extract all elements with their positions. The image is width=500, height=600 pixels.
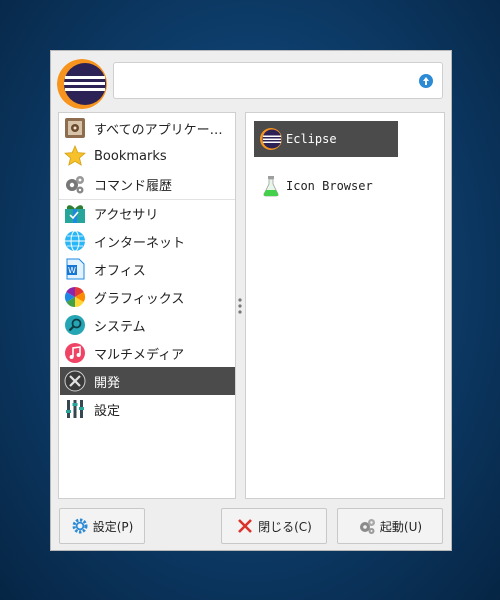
category-multimedia[interactable]: マルチメディア: [60, 339, 235, 367]
category-label: すべてのアプリケー…: [94, 122, 223, 138]
category-label: システム: [94, 319, 146, 335]
category-all-applications[interactable]: すべてのアプリケー…: [60, 114, 235, 142]
application-list[interactable]: Eclipse Icon Browser: [245, 112, 445, 499]
globe-icon: [64, 230, 86, 252]
search-box[interactable]: [113, 62, 443, 99]
sliders-icon: [64, 398, 86, 420]
category-label: Bookmarks: [94, 148, 167, 164]
accessories-icon: [64, 202, 86, 224]
gears-icon: [64, 173, 86, 195]
color-wheel-icon: [64, 286, 86, 308]
category-label: 設定: [94, 403, 121, 419]
music-icon: [64, 342, 86, 364]
category-command-history[interactable]: コマンド履歴: [60, 170, 235, 198]
app-item-eclipse[interactable]: Eclipse: [254, 121, 398, 157]
close-button[interactable]: 閉じる(C): [221, 508, 327, 544]
tools-icon: [64, 370, 86, 392]
gear-icon: [71, 517, 89, 535]
app-item-icon-browser[interactable]: Icon Browser: [254, 172, 434, 200]
category-settings[interactable]: 設定: [60, 395, 235, 423]
gears-icon: [358, 517, 376, 535]
arrow-up-circle-icon[interactable]: [419, 74, 433, 88]
close-icon: [236, 517, 254, 535]
category-label: インターネット: [94, 235, 186, 251]
app-label: Eclipse: [286, 132, 337, 146]
category-label: コマンド履歴: [94, 178, 173, 194]
app-label: Icon Browser: [286, 179, 373, 193]
category-system[interactable]: システム: [60, 311, 235, 339]
search-input[interactable]: [120, 69, 414, 93]
app-finder-window: すべてのアプリケー… Bookmarks コマンド履歴 アクセサリ インターネッ…: [50, 50, 452, 551]
category-development[interactable]: 開発: [60, 367, 235, 395]
category-internet[interactable]: インターネット: [60, 227, 235, 255]
category-graphics[interactable]: グラフィックス: [60, 283, 235, 311]
magnifier-icon: [64, 314, 86, 336]
category-label: アクセサリ: [94, 207, 159, 223]
star-icon: [64, 144, 86, 167]
category-label: マルチメディア: [94, 347, 185, 363]
category-bookmarks[interactable]: Bookmarks: [60, 142, 235, 170]
all-apps-icon: [64, 117, 86, 139]
category-label: 開発: [94, 375, 121, 391]
launch-button[interactable]: 起動(U): [337, 508, 443, 544]
settings-button[interactable]: 設定(P): [59, 508, 145, 544]
svg-text:W: W: [68, 266, 76, 275]
office-icon: W: [64, 258, 86, 280]
category-office[interactable]: W オフィス: [60, 255, 235, 283]
eclipse-logo: [57, 59, 107, 109]
eclipse-icon: [260, 128, 282, 150]
category-list[interactable]: すべてのアプリケー… Bookmarks コマンド履歴 アクセサリ インターネッ…: [58, 112, 236, 499]
flask-icon: [260, 175, 282, 197]
category-accessories[interactable]: アクセサリ: [60, 199, 235, 227]
category-label: オフィス: [94, 263, 146, 279]
category-label: グラフィックス: [94, 291, 185, 307]
pane-resize-handle[interactable]: [238, 297, 242, 315]
